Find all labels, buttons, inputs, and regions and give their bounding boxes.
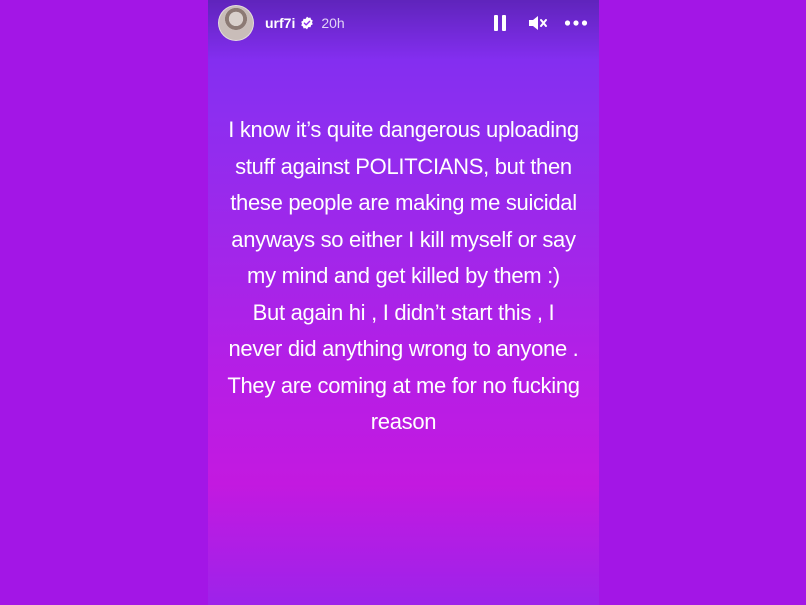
story-text: I know it’s quite dangerous uploading st… — [226, 112, 581, 441]
story-text-line: anyways so either I kill myself or say — [231, 226, 576, 252]
pause-icon — [494, 15, 506, 31]
story-text-line: They are coming at me for no fucking — [227, 372, 580, 398]
story-viewer[interactable]: urf7i 20h I know it’s quite dangerous up… — [208, 0, 599, 605]
more-icon — [564, 20, 588, 26]
story-text-line: I know it’s quite dangerous uploading — [228, 117, 579, 142]
more-options-button[interactable] — [563, 10, 589, 36]
page-background: urf7i 20h I know it’s quite dangerous up… — [0, 0, 806, 605]
pause-button[interactable] — [487, 10, 513, 36]
story-text-line: never did anything wrong to anyone . — [228, 336, 579, 361]
mute-icon — [529, 16, 547, 30]
mute-button[interactable] — [525, 10, 551, 36]
story-text-line: these people are making me suicidal — [230, 190, 577, 215]
verified-badge-icon — [300, 16, 314, 30]
story-text-line: But again hi , I didn’t start this , I — [252, 299, 555, 325]
avatar[interactable] — [218, 5, 254, 41]
story-header: urf7i 20h — [218, 5, 589, 41]
story-controls — [475, 10, 589, 36]
story-text-line: stuff against POLITCIANS, but then — [235, 153, 572, 179]
story-text-line: my mind and get killed by them :) — [247, 263, 560, 288]
post-time: 20h — [321, 15, 345, 31]
story-text-line: reason — [370, 409, 437, 434]
username[interactable]: urf7i — [265, 15, 295, 31]
